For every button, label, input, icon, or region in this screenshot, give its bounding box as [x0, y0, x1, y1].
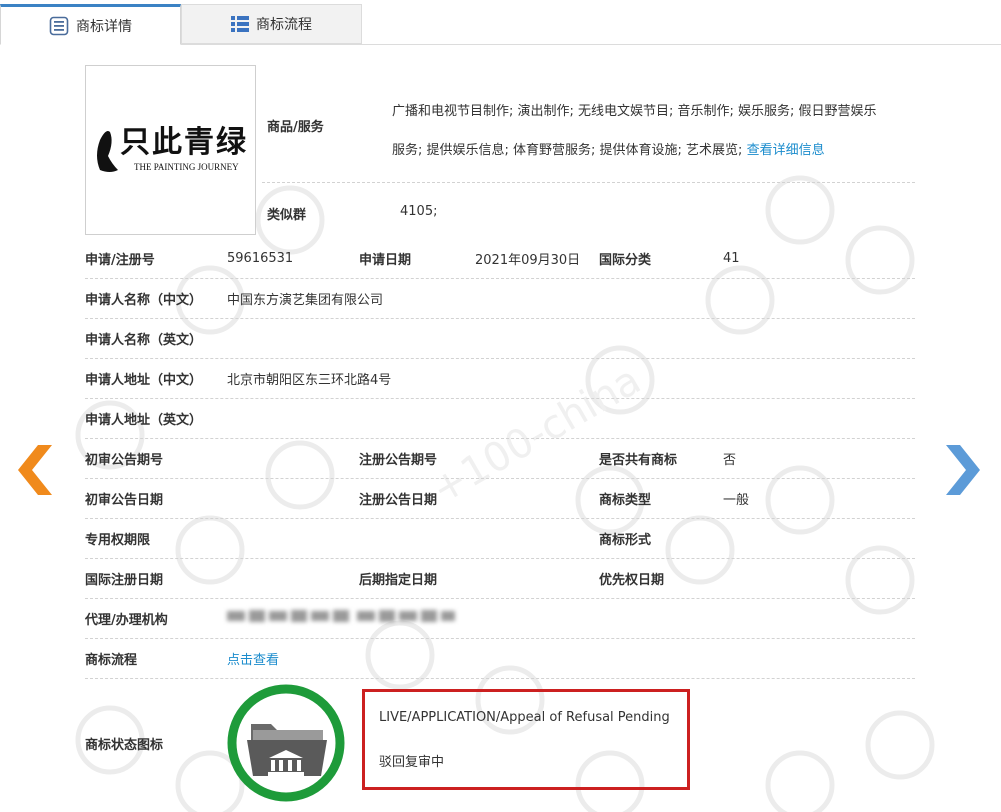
shared-value: 否 — [723, 452, 737, 468]
svg-text:青: 青 — [184, 125, 214, 160]
goods-services-line: 广播和电视节目制作; 演出制作; 无线电文娱节目; 音乐制作; 娱乐服务; 假日… — [392, 104, 877, 119]
field-label: 后期指定日期 — [359, 572, 438, 588]
table-row: 申请人地址（中文） 北京市朝阳区东三环北路4号 — [85, 358, 915, 399]
field-label: 申请人地址（中文） — [85, 372, 203, 388]
similar-group-value: 4105; — [400, 204, 438, 219]
address-cn-value: 北京市朝阳区东三环北路4号 — [227, 372, 392, 388]
next-arrow-button[interactable] — [946, 445, 980, 495]
tm-type-value: 一般 — [723, 492, 750, 508]
trademark-logo-image: 只此青绿 THE PAINTING JOURNEY — [97, 125, 247, 172]
table-row: 商标流程 点击查看 — [85, 638, 915, 679]
status-highlight-box: LIVE/APPLICATION/Appeal of Refusal Pendi… — [362, 689, 690, 790]
document-list-icon — [49, 16, 69, 36]
field-label: 商标流程 — [85, 652, 138, 668]
applicant-cn-value: 中国东方演艺集团有限公司 — [227, 292, 384, 308]
table-row: 代理/办理机构 — [85, 598, 915, 639]
goods-services-label: 商品/服务 — [267, 120, 324, 135]
field-label: 注册公告期号 — [359, 452, 438, 468]
field-label: 是否共有商标 — [599, 452, 678, 468]
tab-trademark-details[interactable]: 商标详情 — [0, 4, 181, 45]
table-row: 申请/注册号 59616531 申请日期 2021年09月30日 国际分类 41 — [85, 238, 915, 279]
tab-label: 商标详情 — [76, 18, 132, 35]
app-date-value: 2021年09月30日 — [475, 252, 581, 268]
flow-view-link[interactable]: 点击查看 — [227, 649, 279, 668]
field-label: 初审公告期号 — [85, 452, 164, 468]
table-row: 申请人地址（英文） — [85, 398, 915, 439]
svg-text:只: 只 — [120, 125, 150, 160]
field-label: 商标形式 — [599, 532, 652, 548]
trademark-logo: 只此青绿 THE PAINTING JOURNEY — [85, 65, 256, 235]
field-label: 申请人地址（英文） — [85, 412, 203, 428]
grid-list-icon — [231, 16, 249, 32]
table-row: 国际注册日期 后期指定日期 优先权日期 — [85, 558, 915, 599]
svg-text:此: 此 — [152, 125, 182, 160]
table-row: 初审公告日期 注册公告日期 商标类型 一般 — [85, 478, 915, 519]
goods-services-line: 服务; 提供娱乐信息; 体育野营服务; 提供体育设施; 艺术展览; 查看详细信息 — [392, 143, 825, 158]
field-label: 商标状态图标 — [85, 737, 164, 753]
table-row: 初审公告期号 注册公告期号 是否共有商标 否 — [85, 438, 915, 479]
divider — [262, 182, 915, 183]
table-row: 申请人名称（中文） 中国东方演艺集团有限公司 — [85, 278, 915, 319]
chevron-left-icon — [18, 445, 52, 499]
similar-group-label: 类似群 — [267, 208, 307, 223]
status-text-english: LIVE/APPLICATION/Appeal of Refusal Pendi… — [379, 710, 670, 725]
field-label: 代理/办理机构 — [85, 612, 168, 628]
previous-arrow-button[interactable] — [18, 445, 52, 495]
reg-no-value: 59616531 — [227, 250, 294, 266]
field-label: 注册公告日期 — [359, 492, 438, 508]
chevron-right-icon — [946, 445, 980, 499]
folder-court-status-icon — [225, 682, 347, 804]
field-label: 国际注册日期 — [85, 572, 164, 588]
field-label: 申请人名称（英文） — [85, 332, 203, 348]
intl-class-value: 41 — [723, 250, 740, 266]
field-label: 申请人名称（中文） — [85, 292, 203, 308]
agent-value-redacted — [227, 607, 457, 625]
goods-services-text: 广播和电视节目制作; 演出制作; 无线电文娱节目; 音乐制作; 娱乐服务; 假日… — [392, 92, 912, 170]
field-label: 申请/注册号 — [85, 252, 155, 268]
field-label: 申请日期 — [359, 252, 412, 268]
table-row: 申请人名称（英文） — [85, 318, 915, 359]
field-label: 优先权日期 — [599, 572, 665, 588]
status-text-chinese: 驳回复审中 — [379, 755, 445, 770]
tab-trademark-flow[interactable]: 商标流程 — [181, 4, 362, 44]
field-label: 专用权期限 — [85, 532, 151, 548]
field-label: 初审公告日期 — [85, 492, 164, 508]
svg-text:THE PAINTING JOURNEY: THE PAINTING JOURNEY — [134, 162, 239, 172]
svg-text:绿: 绿 — [216, 125, 247, 160]
view-details-link[interactable]: 查看详细信息 — [747, 143, 825, 158]
field-label: 国际分类 — [599, 252, 652, 268]
tab-bar: 商标详情 商标流程 — [0, 0, 1001, 45]
tab-label: 商标流程 — [256, 17, 312, 33]
field-label: 商标类型 — [599, 492, 652, 508]
table-row: 专用权期限 商标形式 — [85, 518, 915, 559]
